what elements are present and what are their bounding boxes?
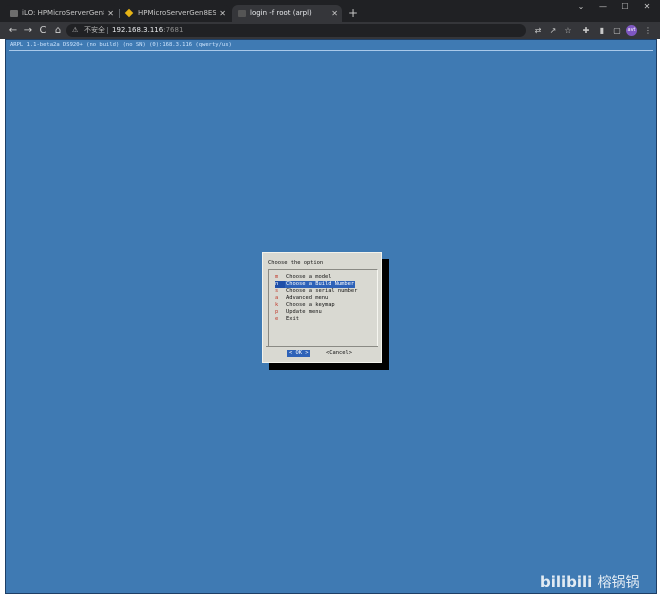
menu-item-key: k <box>275 302 279 308</box>
tab-vmware[interactable]: HPMicroServerGen8ESXi - VM ✕ <box>120 5 230 22</box>
new-tab-button[interactable]: + <box>346 6 360 20</box>
terminal-title-line: ARPL 1.1-beta2a DS920+ (no build) (no SN… <box>10 42 232 48</box>
tab-close-icon[interactable]: ✕ <box>331 5 338 22</box>
menu-item-choose-serial[interactable]: s Choose a serial number <box>275 288 358 295</box>
terminal-title-rule <box>9 50 653 51</box>
profile-avatar[interactable]: avt <box>626 25 637 36</box>
menu-item-key: a <box>275 295 279 301</box>
sidebar-icon[interactable]: ▮ <box>596 22 608 39</box>
dialog-divider <box>266 346 378 347</box>
menu-item-update[interactable]: p Update menu <box>275 309 323 316</box>
cancel-button[interactable]: <Cancel> <box>326 350 352 357</box>
browser-toolbar: ← → C ⌂ ⚠ 不安全 192.168.3.116:7681 ⇄ ↗ ☆ ✚… <box>0 22 660 39</box>
tab-bar: iLO: HPMicroServerGen8ESXi ✕ HPMicroServ… <box>0 0 660 22</box>
menu-dialog: Choose the option m Choose a model n Choos… <box>262 252 382 363</box>
menu-item-label: Choose a model <box>286 274 332 280</box>
menu-item-choose-model[interactable]: m Choose a model <box>275 274 332 281</box>
menu-item-exit[interactable]: e Exit <box>275 316 300 323</box>
menu-item-choose-build-number[interactable]: n Choose a Build Number <box>275 281 356 288</box>
more-menu-icon[interactable]: ⋮ <box>642 22 654 39</box>
watermark-author: 榕锅锅 <box>597 575 640 591</box>
tab-ilo[interactable]: iLO: HPMicroServerGen8ESXi ✕ <box>4 5 118 22</box>
menu-item-label: Choose a Build Number <box>285 281 356 288</box>
warning-icon[interactable]: ⚠ <box>72 24 78 37</box>
forward-icon[interactable]: → <box>21 22 35 39</box>
menu-item-keymap[interactable]: k Choose a keymap <box>275 302 336 309</box>
share-icon[interactable]: ↗ <box>547 22 559 39</box>
dialog-title: Choose the option <box>268 260 324 266</box>
split-view-icon[interactable]: ▢ <box>611 22 623 39</box>
menu-item-key: p <box>275 309 279 315</box>
extensions-icon[interactable]: ✚ <box>580 22 592 39</box>
menu-item-label: Choose a keymap <box>286 302 335 308</box>
terminal-favicon-icon <box>238 10 246 17</box>
tab-terminal[interactable]: login -f root (arpl) ✕ <box>232 5 342 22</box>
menu-item-key: n <box>275 281 285 288</box>
bookmark-star-icon[interactable]: ☆ <box>562 22 574 39</box>
url-host: 192.168.3.116 <box>112 26 164 34</box>
tab-close-icon[interactable]: ✕ <box>219 5 226 22</box>
translate-icon[interactable]: ⇄ <box>532 22 544 39</box>
tab-search-icon[interactable]: ⌄ <box>570 0 592 14</box>
ilo-favicon-icon <box>10 10 18 17</box>
url-port: :7681 <box>163 26 184 34</box>
menu-item-label: Choose a serial number <box>286 288 358 294</box>
menu-item-key: s <box>275 288 279 294</box>
maximize-button[interactable]: ☐ <box>614 0 636 14</box>
tab-title: login -f root (arpl) <box>250 9 312 17</box>
tab-title: iLO: HPMicroServerGen8ESXi <box>22 9 104 17</box>
tab-title: HPMicroServerGen8ESXi - VM <box>138 9 216 17</box>
home-icon[interactable]: ⌂ <box>51 22 65 39</box>
menu-item-label: Exit <box>286 316 299 322</box>
url-text[interactable]: 192.168.3.116:7681 <box>112 24 183 37</box>
watermark-brand: bilibili <box>540 573 593 591</box>
tab-close-icon[interactable]: ✕ <box>107 5 114 22</box>
reload-icon[interactable]: C <box>36 22 50 39</box>
address-bar[interactable]: ⚠ 不安全 192.168.3.116:7681 <box>66 24 526 37</box>
back-icon[interactable]: ← <box>6 22 20 39</box>
bilibili-watermark: bilibili 榕锅锅 <box>540 571 660 593</box>
omnibox-separator <box>107 27 108 34</box>
vmware-favicon-icon <box>124 8 134 18</box>
menu-item-key: m <box>275 274 279 280</box>
close-window-button[interactable]: ✕ <box>636 0 658 14</box>
security-label: 不安全 <box>84 26 105 34</box>
menu-item-label: Advanced menu <box>286 295 329 301</box>
menu-item-advanced[interactable]: a Advanced menu <box>275 295 329 302</box>
menu-item-key: e <box>275 316 279 322</box>
menu-item-label: Update menu <box>286 309 322 315</box>
ok-button[interactable]: < OK > <box>287 350 311 357</box>
minimize-button[interactable]: — <box>592 0 614 14</box>
